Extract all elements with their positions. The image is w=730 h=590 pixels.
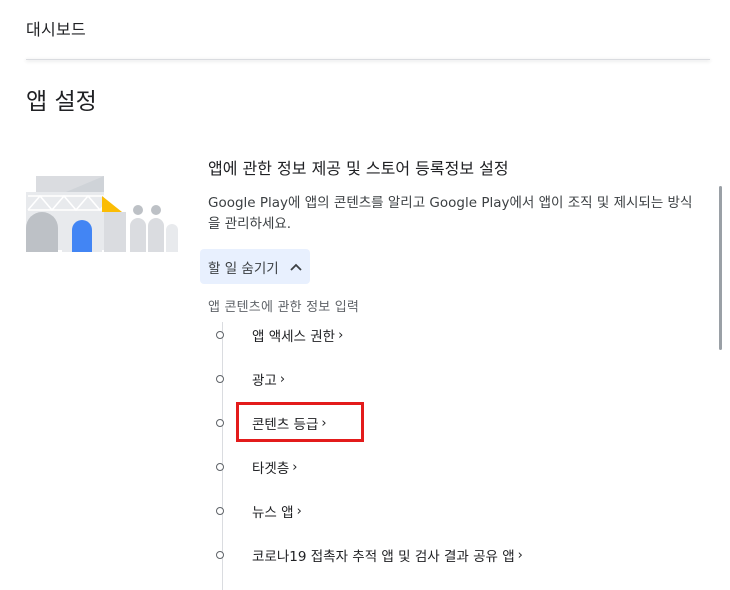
task-item-covid-apps[interactable]: 코로나19 접촉자 추적 앱 및 검사 결과 공유 앱 › bbox=[216, 544, 523, 566]
task-item-app-access[interactable]: 앱 액세스 권한 › bbox=[216, 324, 343, 346]
task-link-news-app[interactable]: 뉴스 앱 bbox=[252, 501, 294, 521]
task-status-icon bbox=[216, 375, 224, 383]
chevron-right-icon: › bbox=[296, 503, 302, 519]
chevron-right-icon: › bbox=[279, 371, 286, 387]
card-description: Google Play에 앱의 콘텐츠를 알리고 Google Play에서 앱… bbox=[208, 195, 693, 232]
task-status-icon bbox=[216, 463, 224, 471]
highlight-box bbox=[236, 402, 364, 442]
task-item-news-app[interactable]: 뉴스 앱 › bbox=[216, 500, 302, 522]
page-title: 앱 설정 bbox=[26, 89, 97, 115]
chevron-right-icon: › bbox=[338, 327, 344, 343]
task-status-icon bbox=[216, 507, 224, 515]
app-settings-page: 대시보드 앱 설정 앱에 관한 정보 제공 및 스토어 등록정보 설정 Goog… bbox=[0, 0, 730, 590]
task-status-icon bbox=[216, 331, 224, 339]
task-item-ads[interactable]: 광고 › bbox=[216, 368, 285, 390]
hide-tasks-label: 할 일 숨기기 bbox=[208, 260, 279, 277]
task-item-target-audience[interactable]: 타겟층 › bbox=[216, 456, 297, 478]
task-status-icon bbox=[216, 551, 224, 559]
header-divider bbox=[26, 59, 710, 60]
task-link-covid-apps[interactable]: 코로나19 접촉자 추적 앱 및 검사 결과 공유 앱 bbox=[252, 545, 515, 565]
chevron-right-icon: › bbox=[292, 459, 298, 475]
task-link-ads[interactable]: 광고 bbox=[252, 369, 277, 389]
task-status-icon bbox=[216, 419, 224, 427]
breadcrumb-dashboard[interactable]: 대시보드 bbox=[26, 16, 86, 40]
top-header: 대시보드 bbox=[0, 0, 730, 60]
task-link-target-audience[interactable]: 타겟층 bbox=[252, 457, 289, 477]
tasks-section-label: 앱 콘텐츠에 관한 정보 입력 bbox=[208, 300, 360, 315]
card-title: 앱에 관한 정보 제공 및 스토어 등록정보 설정 bbox=[208, 159, 509, 178]
hide-tasks-button[interactable]: 할 일 숨기기 bbox=[200, 249, 310, 284]
task-link-app-access[interactable]: 앱 액세스 권한 bbox=[252, 325, 335, 345]
store-illustration-icon bbox=[26, 176, 178, 252]
chevron-right-icon: › bbox=[517, 547, 523, 563]
chevron-up-icon bbox=[290, 263, 302, 271]
scrollbar-thumb[interactable] bbox=[719, 186, 722, 350]
